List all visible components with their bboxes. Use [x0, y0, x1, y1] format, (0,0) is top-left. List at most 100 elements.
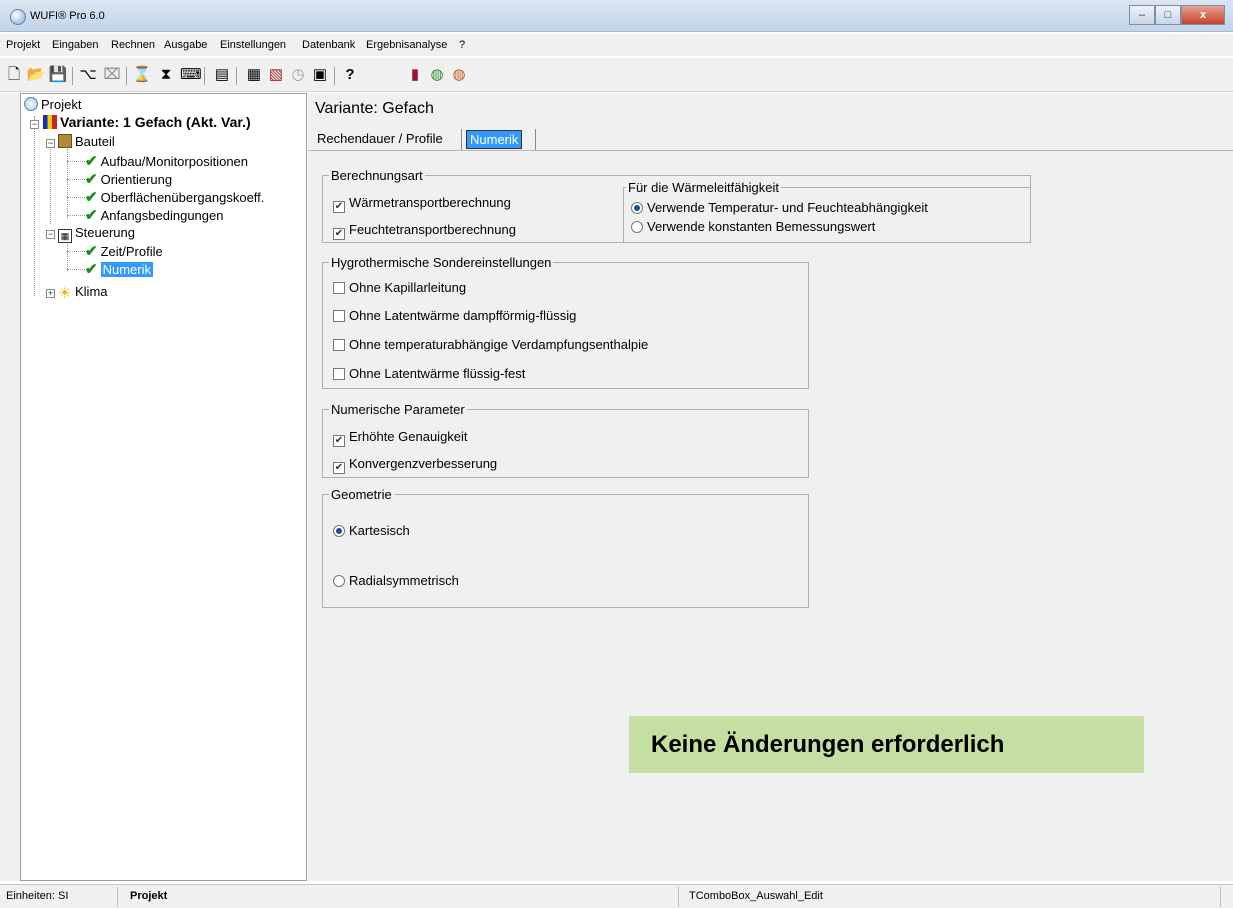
globe-orange-icon[interactable]: ◍: [449, 65, 469, 85]
group-geometrie: Geometrie Kartesisch Radialsymmetrisch: [322, 487, 809, 608]
tree-item-numerik[interactable]: ✔ Numerik: [85, 260, 153, 278]
tree-root-label: Projekt: [41, 97, 82, 112]
computer-icon[interactable]: ⌨: [180, 65, 202, 85]
option-label: Erhöhte Genauigkeit: [349, 429, 468, 444]
collapse-steuerung-icon[interactable]: −: [46, 230, 55, 239]
tab-rechendauer[interactable]: Rechendauer / Profile: [314, 130, 446, 147]
save-icon[interactable]: 💾: [48, 65, 68, 85]
radio-radialsymmetrisch[interactable]: Radialsymmetrisch: [333, 573, 459, 588]
tree-line: [50, 144, 51, 224]
menu-projekt[interactable]: Projekt: [6, 39, 40, 51]
tree-item-oberflaechen[interactable]: ✔ Oberflächenübergangskoeff.: [85, 188, 264, 206]
radio-konstant[interactable]: Verwende konstanten Bemessungswert: [631, 219, 875, 234]
collapse-bauteil-icon[interactable]: −: [46, 139, 55, 148]
tree-item-variant[interactable]: Variante: 1 Gefach (Akt. Var.): [43, 114, 251, 130]
group-waermeleitfaehigkeit: Für die Wärmeleitfähigkeit Verwende Temp…: [623, 180, 1031, 243]
checkbox-icon: [333, 310, 345, 322]
tree-steuerung-label: Steuerung: [75, 225, 135, 240]
checkbox-erhoehte-genauigkeit[interactable]: ✔ Erhöhte Genauigkeit: [333, 429, 468, 447]
tree-variant-label: Variante: 1 Gefach (Akt. Var.): [60, 114, 251, 130]
open-icon[interactable]: 📂: [26, 65, 46, 85]
title-bar: WUFI® Pro 6.0 – □ x: [0, 0, 1233, 32]
menu-help[interactable]: ?: [459, 39, 465, 51]
option-label: Ohne Kapillarleitung: [349, 280, 467, 295]
tree-item-label: Zeit/Profile: [100, 244, 163, 259]
tree-item-label: Anfangsbedingungen: [100, 208, 224, 223]
checkbox-feuchtetransport[interactable]: ✔ Feuchtetransportberechnung: [333, 222, 516, 240]
checkbox-ohne-latentwaerme-fest[interactable]: Ohne Latentwärme flüssig-fest: [333, 366, 525, 381]
group-legend: Numerische Parameter: [329, 402, 467, 417]
checkbox-ohne-kapillarleitung[interactable]: Ohne Kapillarleitung: [333, 280, 466, 295]
close-button[interactable]: x: [1181, 5, 1225, 25]
new-icon[interactable]: 🗋: [4, 65, 24, 85]
checkbox-waermetransport[interactable]: ✔ Wärmetransportberechnung: [333, 195, 511, 213]
checkbox-icon: [333, 282, 345, 294]
maximize-button[interactable]: □: [1155, 5, 1181, 25]
radio-kartesisch[interactable]: Kartesisch: [333, 523, 410, 538]
tree-item-label: Aufbau/Monitorpositionen: [100, 154, 249, 169]
tree-icon[interactable]: ⌥: [78, 65, 98, 85]
sun-icon: ☀: [58, 285, 72, 302]
grid-icon[interactable]: ▦: [244, 65, 264, 85]
tree-item-bauteil[interactable]: Bauteil: [58, 134, 115, 149]
tree-item-aufbau[interactable]: ✔ Aufbau/Monitorpositionen: [85, 152, 248, 170]
option-label: Ohne Latentwärme flüssig-fest: [349, 366, 526, 381]
radio-selected-icon: [631, 202, 643, 214]
status-units: Einheiten: SI: [6, 890, 69, 902]
status-separator: [1220, 887, 1221, 907]
globe-green-icon[interactable]: ◍: [427, 65, 447, 85]
tree-root-projekt[interactable]: Projekt: [24, 97, 81, 112]
tree-line: [67, 161, 87, 162]
window-controls: – □ x: [1129, 5, 1225, 25]
table-icon[interactable]: ▤: [212, 65, 232, 85]
tree-item-anfangsbedingungen[interactable]: ✔ Anfangsbedingungen: [85, 206, 223, 224]
monitor-icon[interactable]: ▣: [310, 65, 330, 85]
status-separator: [117, 887, 118, 907]
toolbar-separator: [236, 67, 237, 85]
check-icon: ✔: [85, 171, 98, 188]
checkbox-ohne-latentwaerme-dampf[interactable]: Ohne Latentwärme dampfförmig-flüssig: [333, 308, 576, 323]
chart-icon[interactable]: ▧: [266, 65, 286, 85]
radio-selected-icon: [333, 525, 345, 537]
component-icon: [58, 134, 72, 148]
checkbox-konvergenzverbesserung[interactable]: ✔ Konvergenzverbesserung: [333, 456, 497, 474]
tree-bauteil-label: Bauteil: [75, 134, 115, 149]
menu-ergebnisanalyse[interactable]: Ergebnisanalyse: [366, 39, 447, 51]
menu-eingaben[interactable]: Eingaben: [52, 39, 99, 51]
menu-datenbank[interactable]: Datenbank: [302, 39, 355, 51]
toolbar-separator: [72, 67, 73, 85]
left-strip: [0, 93, 20, 881]
hourglass-icon[interactable]: ⌛: [132, 65, 152, 85]
menu-einstellungen[interactable]: Einstellungen: [220, 39, 286, 51]
toolbar-separator: [204, 67, 205, 85]
minimize-button[interactable]: –: [1129, 5, 1155, 25]
tree-item-klima[interactable]: ☀ Klima: [58, 284, 108, 301]
tree-line: [67, 197, 87, 198]
collapse-variant-icon[interactable]: −: [30, 120, 39, 129]
menu-ausgabe[interactable]: Ausgabe: [164, 39, 207, 51]
project-tree: Projekt − Variante: 1 Gefach (Akt. Var.)…: [20, 93, 307, 881]
tree-remove-icon[interactable]: ⌧: [102, 65, 122, 85]
expand-klima-icon[interactable]: +: [46, 289, 55, 298]
option-label: Radialsymmetrisch: [349, 573, 459, 588]
group-numerische-parameter: Numerische Parameter ✔ Erhöhte Genauigkei…: [322, 402, 809, 478]
hourglass-multi-icon[interactable]: ⧗: [156, 65, 176, 85]
tree-item-orientierung[interactable]: ✔ Orientierung: [85, 170, 172, 188]
tab-numerik[interactable]: Numerik: [466, 130, 523, 149]
checkbox-ohne-verdampfungsenthalpie[interactable]: Ohne temperaturabhängige Verdampfungsent…: [333, 337, 648, 352]
book-icon[interactable]: ▮: [405, 65, 425, 85]
tree-line: [67, 179, 87, 180]
tab-bar: Rechendauer / Profile Numerik: [308, 127, 1233, 151]
app-logo-icon: [10, 9, 26, 25]
radio-temperatur-feuchte[interactable]: Verwende Temperatur- und Feuchteabhängig…: [631, 200, 928, 215]
option-label: Konvergenzverbesserung: [349, 456, 498, 471]
clock-icon[interactable]: ◷: [288, 65, 308, 85]
tab-separator: [535, 129, 536, 150]
tree-item-zeit-profile[interactable]: ✔ Zeit/Profile: [85, 242, 163, 260]
tree-item-steuerung[interactable]: ▦ Steuerung: [58, 225, 135, 243]
help-icon[interactable]: ?: [340, 65, 360, 85]
group-legend: Berechnungsart: [329, 168, 425, 183]
group-legend: Für die Wärmeleitfähigkeit: [626, 180, 781, 195]
menu-rechnen[interactable]: Rechnen: [111, 39, 155, 51]
checkbox-checked-icon: ✔: [333, 201, 345, 213]
